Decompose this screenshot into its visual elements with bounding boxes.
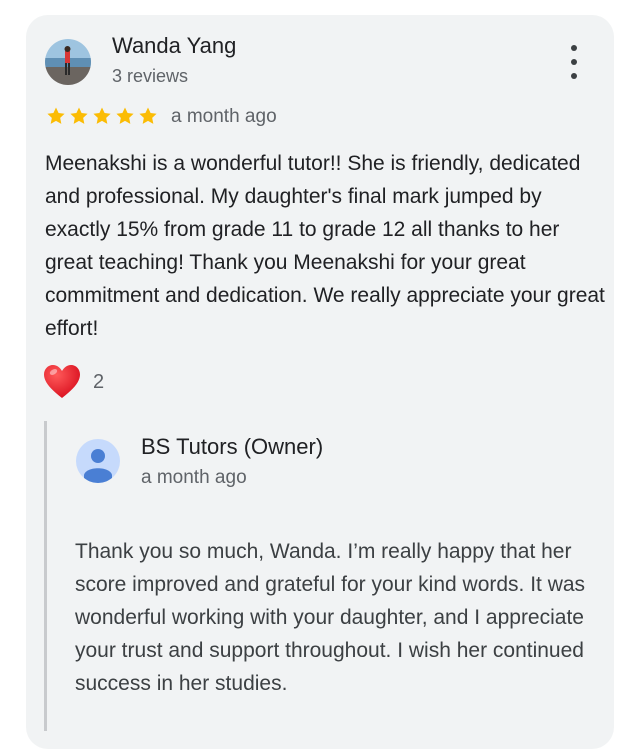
person-icon	[84, 449, 112, 483]
star-icon	[139, 107, 157, 124]
star-icon	[93, 107, 111, 124]
more-options-button[interactable]	[562, 45, 586, 79]
star-icon	[70, 107, 88, 124]
reviewer-review-count: 3 reviews	[112, 66, 189, 86]
more-options-dot	[571, 59, 577, 65]
more-options-dot	[571, 73, 577, 79]
review-card: Wanda Yang 3 reviews a month ago Meenaks…	[26, 15, 614, 749]
reviewer-name[interactable]: Wanda Yang	[112, 33, 236, 59]
owner-reply-divider	[44, 421, 47, 731]
reaction-count: 2	[93, 370, 105, 393]
owner-name[interactable]: BS Tutors (Owner)	[141, 434, 323, 460]
reviewer-avatar[interactable]	[45, 39, 91, 85]
review-time: a month ago	[171, 106, 277, 127]
owner-reply-text: Thank you so much, Wanda. I’m really hap…	[75, 540, 586, 695]
review-text: Meenakshi is a wonderful tutor!! She is …	[45, 152, 605, 340]
heart-icon	[44, 365, 80, 398]
star-icon	[116, 107, 134, 124]
star-icon	[47, 107, 65, 124]
star-rating	[46, 106, 158, 126]
owner-reply-time: a month ago	[141, 467, 247, 488]
owner-avatar[interactable]	[76, 439, 120, 483]
more-options-icon	[571, 45, 577, 51]
reaction-button[interactable]: 2	[43, 364, 104, 400]
